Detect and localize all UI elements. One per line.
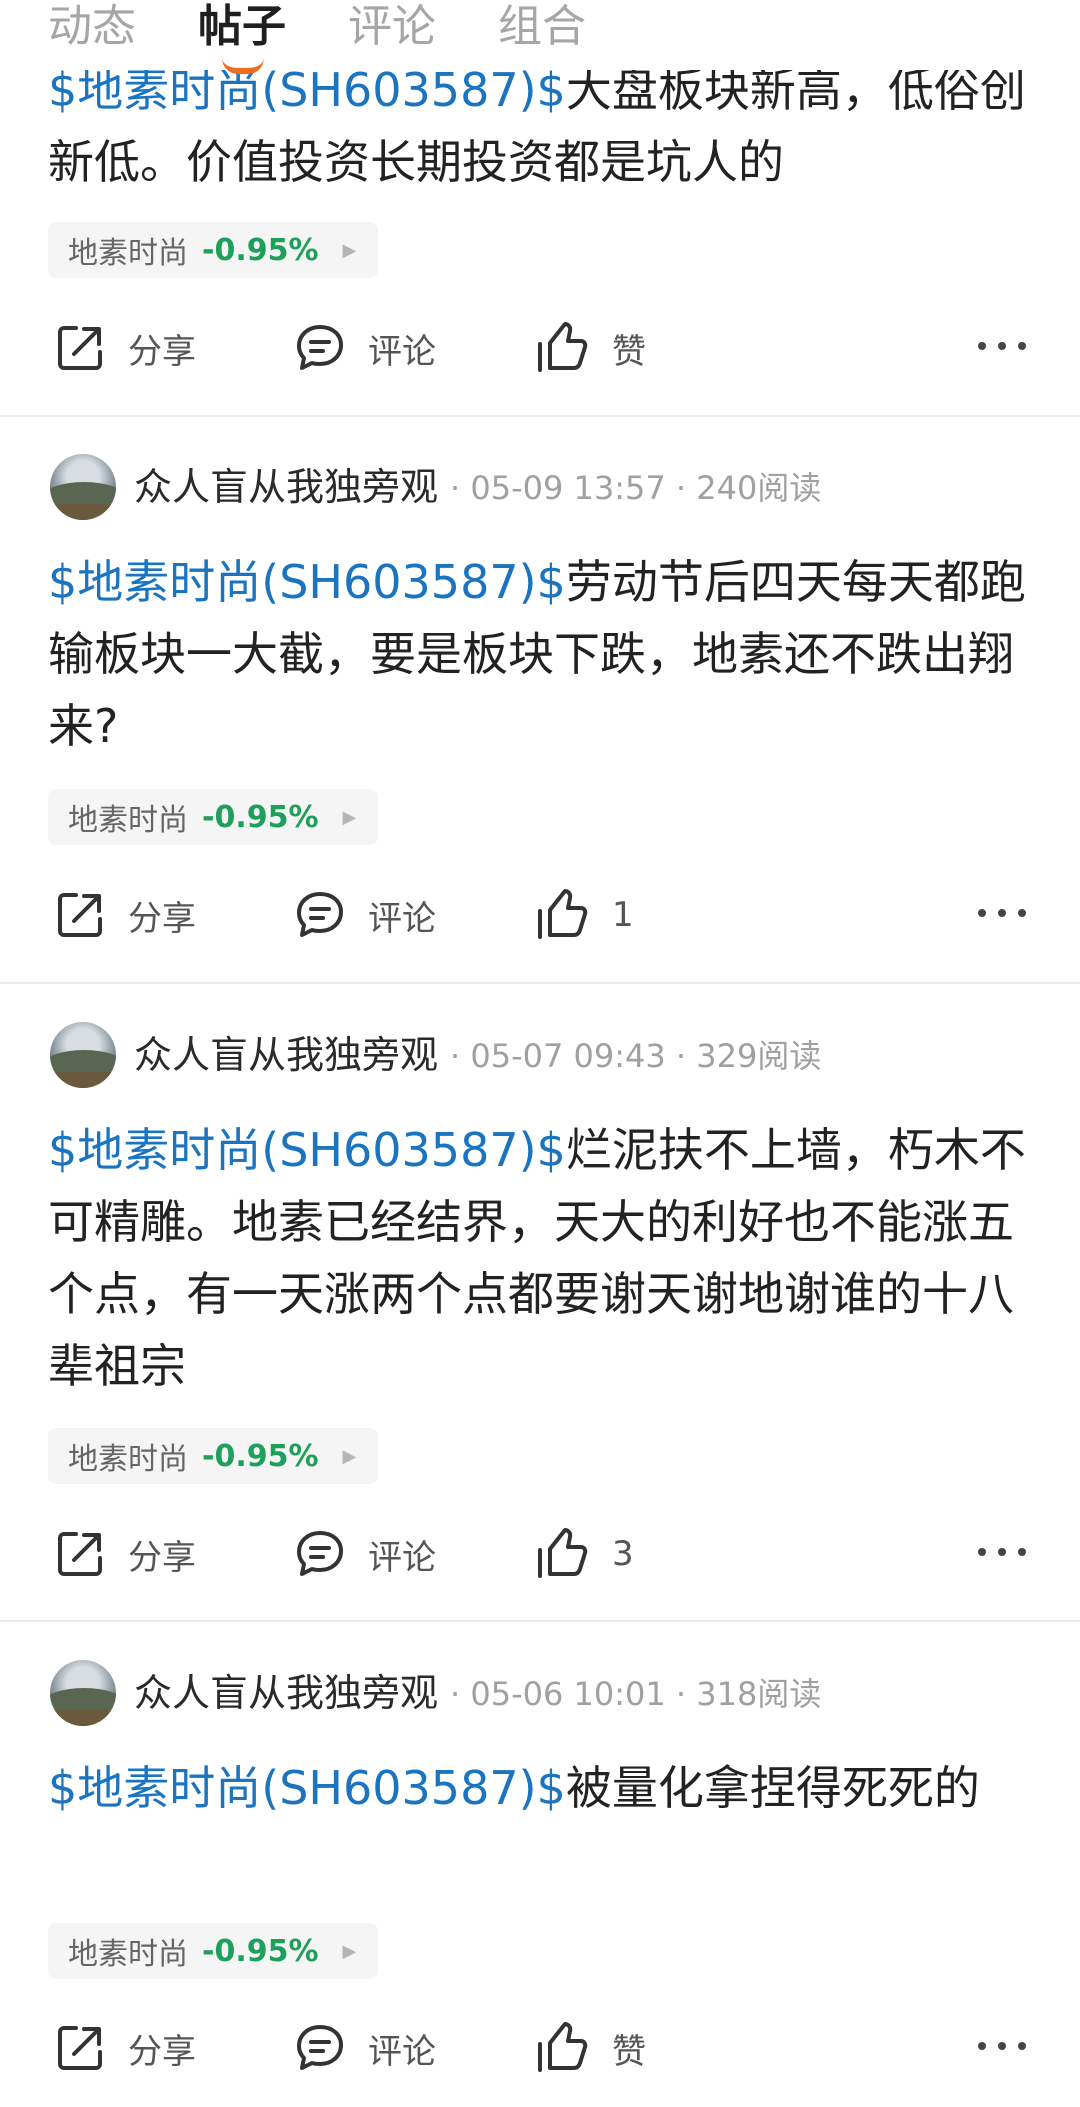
thumbs-up-icon	[538, 322, 588, 372]
share-icon	[58, 893, 102, 937]
share-button[interactable]: 分享	[54, 318, 196, 378]
comment-button[interactable]: 评论	[294, 885, 436, 945]
like-button[interactable]: 赞	[534, 318, 646, 378]
like-count: 赞	[612, 331, 646, 372]
more-icon[interactable]	[978, 2038, 1026, 2054]
stock-tag-link[interactable]: $地素时尚(SH603587)$	[48, 1123, 566, 1177]
share-label: 分享	[128, 331, 196, 372]
post-actions: 分享 评论 1	[0, 885, 1080, 945]
share-button[interactable]: 分享	[54, 885, 196, 945]
divider	[0, 415, 1080, 417]
chevron-right-icon: ▶	[342, 239, 357, 261]
stock-change: -0.95%	[202, 1933, 319, 1969]
divider	[0, 982, 1080, 984]
post-actions: 分享 评论 赞	[0, 318, 1080, 378]
stock-name: 地素时尚	[68, 236, 188, 271]
share-icon	[58, 326, 102, 370]
tab-portfolio[interactable]: 组合	[498, 2, 586, 52]
stock-tag-link[interactable]: $地素时尚(SH603587)$	[48, 63, 566, 117]
chevron-right-icon: ▶	[342, 806, 357, 828]
avatar[interactable]	[50, 1022, 116, 1088]
share-button[interactable]: 分享	[54, 1524, 196, 1584]
tab-posts[interactable]: 帖子	[198, 2, 286, 52]
more-icon[interactable]	[978, 905, 1026, 921]
stock-chip[interactable]: 地素时尚 -0.95% ▶	[48, 222, 379, 278]
comment-icon	[297, 892, 343, 937]
share-icon	[58, 1532, 102, 1576]
post-meta: · 05-09 13:57 · 240阅读	[450, 469, 822, 507]
comment-icon	[297, 325, 343, 370]
comment-label: 评论	[368, 1537, 436, 1578]
stock-name: 地素时尚	[68, 803, 188, 838]
tab-bar: 动态 帖子 评论 组合	[0, 0, 1080, 74]
like-count: 3	[612, 1534, 634, 1574]
like-count: 1	[612, 895, 634, 935]
share-label: 分享	[128, 2031, 196, 2072]
thumbs-up-icon	[538, 2022, 588, 2072]
stock-change: -0.95%	[202, 1438, 319, 1474]
post-body[interactable]: $地素时尚(SH603587)$劳动节后四天每天都跑输板块一大截，要是板块下跌，…	[48, 546, 1033, 762]
comment-label: 评论	[368, 331, 436, 372]
post-body[interactable]: $地素时尚(SH603587)$被量化拿捏得死死的	[48, 1752, 1033, 1824]
stock-chip[interactable]: 地素时尚 -0.95% ▶	[48, 1428, 379, 1484]
chevron-right-icon: ▶	[342, 1445, 357, 1467]
stock-chip[interactable]: 地素时尚 -0.95% ▶	[48, 1923, 379, 1979]
divider	[0, 1620, 1080, 1622]
chevron-right-icon: ▶	[342, 1940, 357, 1962]
tab-comments[interactable]: 评论	[348, 2, 436, 52]
comment-icon	[297, 2025, 343, 2070]
share-label: 分享	[128, 898, 196, 939]
author-name[interactable]: 众人盲从我独旁观	[134, 1026, 438, 1084]
stock-chip[interactable]: 地素时尚 -0.95% ▶	[48, 789, 379, 845]
comment-button[interactable]: 评论	[294, 2018, 436, 2078]
stock-name: 地素时尚	[68, 1442, 188, 1477]
post-body[interactable]: $地素时尚(SH603587)$烂泥扶不上墙，朽木不可精雕。地素已经结界，天大的…	[48, 1114, 1033, 1402]
comment-button[interactable]: 评论	[294, 318, 436, 378]
post-meta: · 05-06 10:01 · 318阅读	[450, 1675, 822, 1713]
like-button[interactable]: 3	[534, 1524, 634, 1584]
tab-activity[interactable]: 动态	[48, 2, 136, 52]
share-label: 分享	[128, 1537, 196, 1578]
stock-change: -0.95%	[202, 232, 319, 268]
more-icon[interactable]	[978, 338, 1026, 354]
share-button[interactable]: 分享	[54, 2018, 196, 2078]
stock-change: -0.95%	[202, 799, 319, 835]
more-icon[interactable]	[978, 1544, 1026, 1560]
stock-tag-link[interactable]: $地素时尚(SH603587)$	[48, 1761, 566, 1815]
post-text: 被量化拿捏得死死的	[565, 1761, 980, 1815]
comment-button[interactable]: 评论	[294, 1524, 436, 1584]
post-actions: 分享 评论 3	[0, 1524, 1080, 1584]
stock-name: 地素时尚	[68, 1937, 188, 1972]
comment-label: 评论	[368, 898, 436, 939]
like-button[interactable]: 1	[534, 885, 634, 945]
post-meta: · 05-07 09:43 · 329阅读	[450, 1037, 822, 1075]
comment-label: 评论	[368, 2031, 436, 2072]
share-icon	[58, 2026, 102, 2070]
author-name[interactable]: 众人盲从我独旁观	[134, 1664, 438, 1722]
thumbs-up-icon	[538, 1528, 588, 1578]
thumbs-up-icon	[538, 889, 588, 939]
like-button[interactable]: 赞	[534, 2018, 646, 2078]
author-name[interactable]: 众人盲从我独旁观	[134, 458, 438, 516]
stock-tag-link[interactable]: $地素时尚(SH603587)$	[48, 555, 566, 609]
avatar[interactable]	[50, 454, 116, 520]
like-count: 赞	[612, 2031, 646, 2072]
post-actions: 分享 评论 赞	[0, 2018, 1080, 2078]
avatar[interactable]	[50, 1660, 116, 1726]
comment-icon	[297, 1531, 343, 1576]
post-body[interactable]: $地素时尚(SH603587)$大盘板块新高，低俗创新低。价值投资长期投资都是坑…	[48, 54, 1033, 198]
